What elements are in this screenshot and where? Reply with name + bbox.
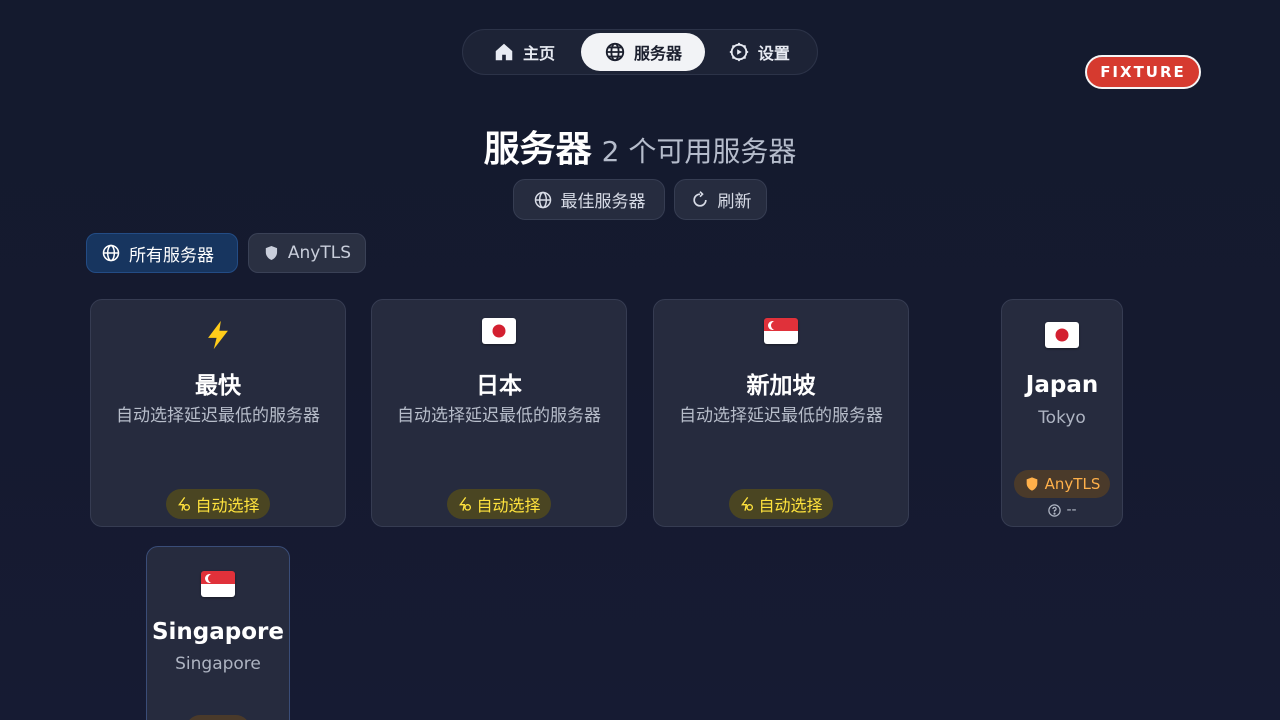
nav-home-tab[interactable]: 主页 <box>467 33 581 71</box>
protocol-label: AnyTLS <box>1044 475 1101 493</box>
nav-servers-tab[interactable]: 服务器 <box>581 33 705 71</box>
filter-anytls-label: AnyTLS <box>287 243 351 263</box>
latency-value: -- <box>1066 502 1077 518</box>
globe-icon <box>605 42 625 62</box>
gear-icon <box>729 42 749 62</box>
singapore-flag-icon <box>147 571 289 601</box>
filter-anytls[interactable]: AnyTLS <box>248 233 366 273</box>
auto-card-title: 最快 <box>195 373 241 399</box>
auto-card-singapore[interactable]: 新加坡 自动选择延迟最低的服务器 自动选择 <box>653 299 909 527</box>
nav-settings-label: 设置 <box>757 44 790 63</box>
japan-flag-icon <box>1002 322 1122 352</box>
top-nav: 主页 服务器 设置 <box>462 29 818 75</box>
server-city: Singapore <box>175 654 261 674</box>
home-icon <box>495 43 513 61</box>
refresh-icon <box>692 190 707 207</box>
server-card-japan[interactable]: Japan Tokyo AnyTLS -- <box>1001 299 1123 527</box>
latency-readout: -- <box>1002 502 1122 518</box>
page-title: 服务器 <box>483 129 592 170</box>
best-server-button[interactable]: 最佳服务器 <box>513 179 665 220</box>
globe-icon <box>102 244 120 262</box>
nav-home-label: 主页 <box>523 44 556 63</box>
server-name: Japan <box>1025 372 1099 398</box>
auto-select-pill: 自动选择 <box>447 489 551 519</box>
auto-select-pill: 自动选择 <box>166 489 270 519</box>
fixture-badge: FIXTURE <box>1085 55 1201 89</box>
protocol-badge <box>186 715 250 720</box>
best-server-label: 最佳服务器 <box>560 192 646 212</box>
app-root: 主页 服务器 设置 FIXTURE 服务器 2 个可用服务器 最佳服务器 刷新 所… <box>0 0 1280 720</box>
question-icon <box>1048 503 1062 517</box>
auto-lightning-icon <box>178 496 191 511</box>
auto-card-title: 日本 <box>476 373 522 399</box>
singapore-flag-icon <box>654 318 908 352</box>
auto-pill-label: 自动选择 <box>195 496 260 515</box>
auto-pill-label: 自动选择 <box>758 496 823 515</box>
auto-card-description: 自动选择延迟最低的服务器 <box>397 406 601 426</box>
server-city: Tokyo <box>1038 408 1086 428</box>
auto-select-pill: 自动选择 <box>729 489 833 519</box>
refresh-button[interactable]: 刷新 <box>674 179 767 220</box>
nav-servers-label: 服务器 <box>633 44 682 63</box>
auto-lightning-icon <box>741 496 754 511</box>
auto-card-description: 自动选择延迟最低的服务器 <box>679 406 883 426</box>
server-name: Singapore <box>151 619 284 645</box>
shield-icon <box>265 245 278 261</box>
page-header: 服务器 2 个可用服务器 <box>0 120 1280 172</box>
protocol-badge: AnyTLS <box>1014 470 1110 498</box>
japan-flag-icon <box>372 318 626 352</box>
refresh-label: 刷新 <box>717 192 752 212</box>
auto-pill-label: 自动选择 <box>476 496 541 515</box>
shield-icon <box>1026 477 1037 491</box>
lightning-icon <box>91 318 345 352</box>
auto-card-japan[interactable]: 日本 自动选择延迟最低的服务器 自动选择 <box>371 299 627 527</box>
auto-card-title: 新加坡 <box>746 373 816 399</box>
auto-lightning-icon <box>459 496 472 511</box>
filter-all-servers[interactable]: 所有服务器 <box>86 233 238 273</box>
nav-settings-tab[interactable]: 设置 <box>705 33 813 71</box>
server-card-singapore[interactable]: Singapore Singapore <box>146 546 290 720</box>
globe-icon <box>534 191 551 208</box>
filter-all-label: 所有服务器 <box>129 245 214 266</box>
auto-card-fastest[interactable]: 最快 自动选择延迟最低的服务器 自动选择 <box>90 299 346 527</box>
auto-card-description: 自动选择延迟最低的服务器 <box>116 406 320 426</box>
page-subtitle: 2 个可用服务器 <box>601 135 797 168</box>
